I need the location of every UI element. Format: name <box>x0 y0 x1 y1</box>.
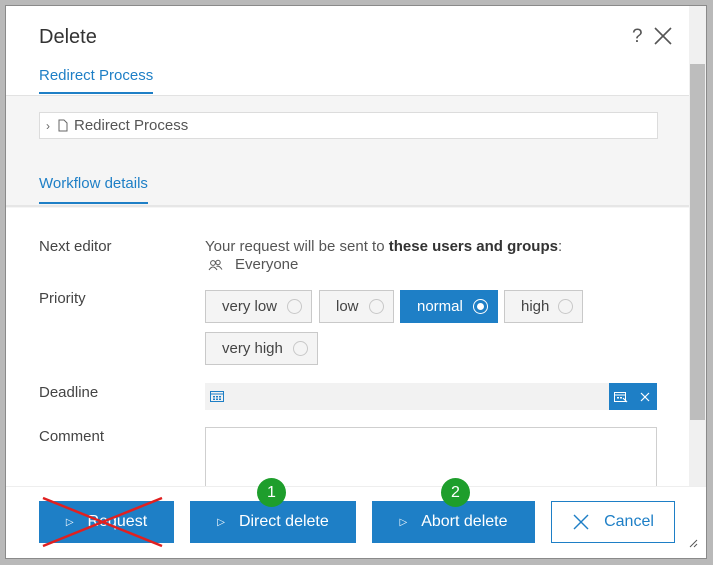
calendar-pick-icon[interactable] <box>609 383 633 410</box>
radio-icon[interactable] <box>369 299 384 314</box>
document-icon <box>58 119 68 132</box>
tab-redirect-process[interactable]: Redirect Process <box>39 67 154 94</box>
calendar-icon <box>210 391 224 402</box>
cancel-button-label: Cancel <box>604 513 654 530</box>
dialog-title: Delete <box>39 26 97 48</box>
users-icon <box>208 259 223 270</box>
priority-very-low[interactable]: very low <box>205 290 312 323</box>
play-icon: ▷ <box>217 516 225 528</box>
priority-label: Priority <box>39 290 86 307</box>
radio-icon[interactable] <box>473 299 488 314</box>
help-icon[interactable]: ? <box>632 26 643 48</box>
object-field-value: Redirect Process <box>74 117 189 134</box>
next-editor-text-suffix: : <box>557 238 563 255</box>
scrollbar[interactable] <box>689 6 706 486</box>
chevron-right-icon[interactable]: › <box>40 119 56 133</box>
play-icon: ▷ <box>399 516 408 528</box>
scrollbar-thumb[interactable] <box>690 64 705 420</box>
clear-icon[interactable] <box>633 383 657 410</box>
radio-icon[interactable] <box>287 299 302 314</box>
radio-icon[interactable] <box>293 341 308 356</box>
priority-high[interactable]: high <box>504 290 583 323</box>
radio-icon[interactable] <box>558 299 573 314</box>
priority-option-label: high <box>521 298 550 315</box>
strikethrough-cross-annotation <box>42 496 163 548</box>
group-everyone: Everyone <box>205 256 298 273</box>
deadline-label: Deadline <box>39 384 99 401</box>
next-editor-label: Next editor <box>39 238 112 255</box>
abort-delete-button[interactable]: ▷ Abort delete <box>372 501 535 543</box>
resize-grip-icon[interactable] <box>688 538 698 548</box>
priority-option-label: very low <box>222 298 278 315</box>
priority-option-label: very high <box>222 340 283 357</box>
annotation-badge-2: 2 <box>441 478 470 507</box>
priority-option-label: normal <box>417 298 463 315</box>
priority-low[interactable]: low <box>319 290 394 323</box>
object-field[interactable]: › Redirect Process <box>39 112 658 139</box>
abort-delete-button-label: Abort delete <box>421 513 508 530</box>
cancel-x-icon <box>573 514 589 530</box>
deadline-input[interactable] <box>205 383 657 410</box>
next-editor-text-prefix: Your request will be sent to <box>205 238 389 255</box>
section-divider <box>6 205 689 207</box>
direct-delete-button-label: Direct delete <box>238 513 329 530</box>
direct-delete-button[interactable]: ▷ Direct delete <box>190 501 356 543</box>
comment-label: Comment <box>39 428 105 445</box>
annotation-badge-1: 1 <box>257 478 286 507</box>
next-editor-text: Your request will be sent to these users… <box>205 238 562 255</box>
delete-dialog: Delete ? Redirect Process › Redirect Pro… <box>5 5 707 559</box>
cancel-button[interactable]: Cancel <box>551 501 675 543</box>
group-name: Everyone <box>235 256 299 273</box>
next-editor-text-bold: these users and groups <box>388 238 558 255</box>
priority-normal[interactable]: normal <box>400 290 498 323</box>
tab-workflow-details[interactable]: Workflow details <box>39 175 148 204</box>
close-icon[interactable] <box>652 25 674 47</box>
priority-option-label: low <box>336 298 359 315</box>
priority-very-high[interactable]: very high <box>205 332 318 365</box>
